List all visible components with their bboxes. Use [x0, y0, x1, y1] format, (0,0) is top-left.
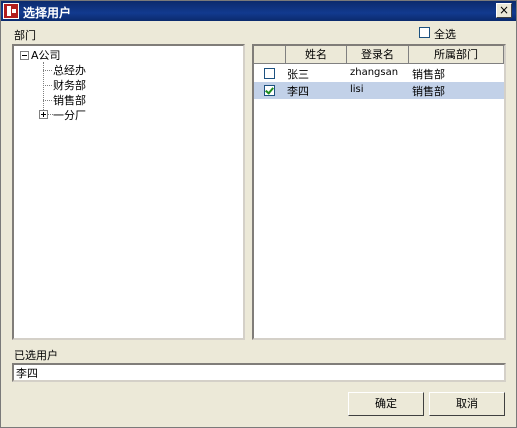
cell-login: lisi: [350, 84, 364, 95]
select-user-dialog: 选择用户 × 部门 全选 A公司 总经办 财务部 销售部 一分厂 姓名 登录名 …: [0, 0, 517, 428]
cancel-button[interactable]: 取消: [429, 392, 505, 416]
title-bar[interactable]: 选择用户 ×: [1, 1, 516, 21]
close-icon: ×: [498, 3, 510, 17]
dept-tree[interactable]: A公司 总经办 财务部 销售部 一分厂: [12, 44, 245, 340]
cell-dept: 销售部: [412, 68, 445, 81]
column-header-name[interactable]: 姓名: [286, 46, 347, 64]
close-button[interactable]: ×: [496, 3, 512, 18]
cell-name: 张三: [287, 68, 309, 81]
table-row[interactable]: 李四 lisi 销售部: [254, 82, 504, 99]
user-list[interactable]: 姓名 登录名 所属部门 张三 zhangsan 销售部 李四 lisi 销售部: [252, 44, 506, 340]
selected-users-field[interactable]: [12, 363, 506, 382]
select-all-label: 全选: [434, 28, 456, 41]
tree-expand-icon[interactable]: [39, 110, 48, 119]
tree-item-general-office[interactable]: 总经办: [53, 62, 86, 78]
ok-button[interactable]: 确定: [348, 392, 424, 416]
selected-users-label: 已选用户: [14, 349, 58, 362]
column-header-check[interactable]: [254, 46, 286, 64]
tree-collapse-icon[interactable]: [20, 51, 29, 60]
table-row[interactable]: 张三 zhangsan 销售部: [254, 65, 504, 82]
column-header-dept[interactable]: 所属部门: [409, 46, 504, 64]
row-checkbox-checked[interactable]: [264, 85, 275, 96]
window-title: 选择用户: [23, 6, 72, 20]
dept-label: 部门: [14, 29, 36, 42]
column-header-login[interactable]: 登录名: [347, 46, 409, 64]
list-header: 姓名 登录名 所属部门: [254, 46, 504, 64]
cell-dept: 销售部: [412, 85, 445, 98]
checkbox-icon[interactable]: [419, 27, 430, 38]
cell-login: zhangsan: [350, 67, 399, 78]
tree-connector: [43, 70, 52, 71]
app-logo-icon: [3, 3, 19, 19]
tree-item-sales[interactable]: 销售部: [53, 92, 86, 108]
cell-name: 李四: [287, 85, 309, 98]
tree-connector: [43, 85, 52, 86]
tree-item-finance[interactable]: 财务部: [53, 77, 86, 93]
row-checkbox[interactable]: [264, 68, 275, 79]
tree-item-branch-factory[interactable]: 一分厂: [53, 107, 86, 123]
tree-item-root[interactable]: A公司: [31, 47, 61, 63]
tree-connector: [43, 100, 52, 101]
